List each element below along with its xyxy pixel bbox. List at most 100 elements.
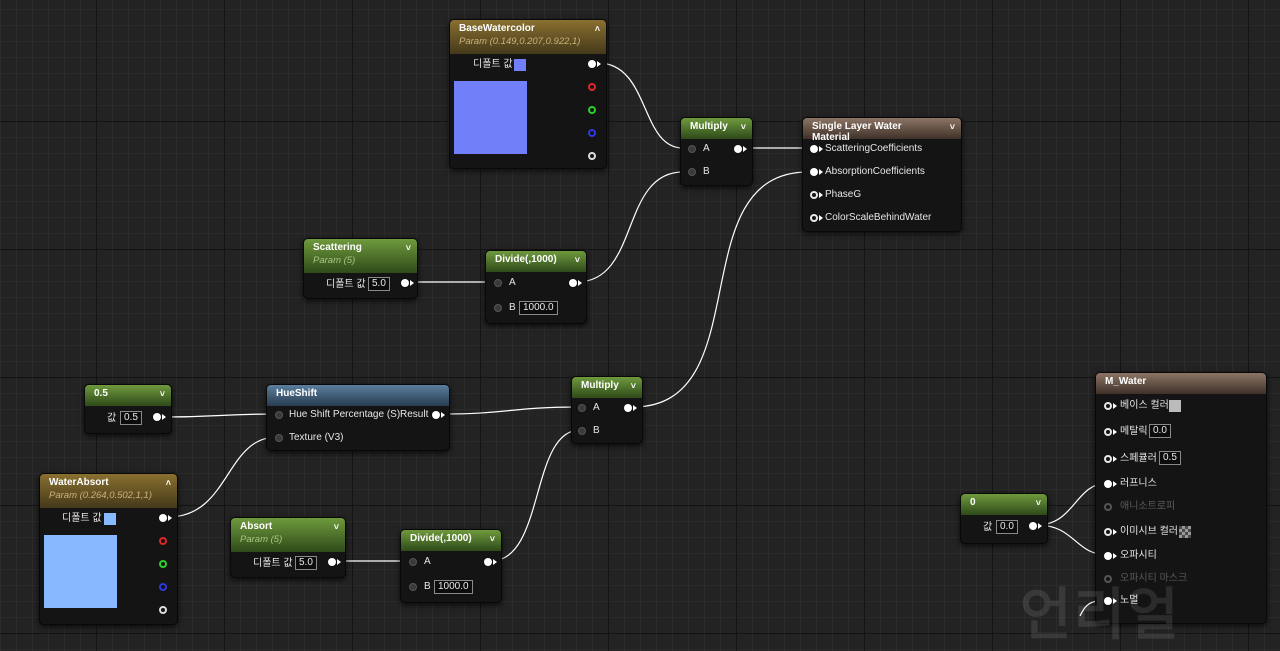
output-b-pin[interactable] (159, 583, 167, 591)
node-single-layer-water[interactable]: Single Layer Water Material ˅ Scattering… (802, 117, 962, 232)
wire-divide2-multiply2-b (490, 429, 581, 562)
input-phaseg-pin[interactable] (810, 191, 818, 199)
node-hueshift[interactable]: HueShift Hue Shift Percentage (S) Result… (266, 384, 450, 451)
output-a-pin[interactable] (159, 606, 167, 614)
chevron-down-icon[interactable]: ˅ (160, 389, 165, 399)
input-roughness-pin[interactable] (1104, 480, 1112, 488)
chevron-down-icon[interactable]: ˅ (406, 243, 411, 253)
output-result-pin[interactable] (432, 411, 440, 419)
input-hue-shift-pin[interactable] (275, 411, 283, 419)
input-metallic-pin[interactable] (1104, 428, 1112, 436)
chevron-up-icon[interactable]: ˄ (595, 24, 600, 34)
input-arrow-icon (1113, 429, 1117, 435)
input-texture-label: Texture (V3) (289, 432, 344, 443)
color-swatch[interactable] (104, 513, 116, 525)
default-value-field[interactable]: 5.0 (295, 556, 317, 570)
input-a-label: A (703, 143, 710, 154)
output-pin[interactable] (1029, 522, 1037, 530)
input-a-pin[interactable] (494, 279, 502, 287)
value-field[interactable]: 0.5 (120, 411, 142, 425)
input-texture-pin[interactable] (275, 434, 283, 442)
input-a-label: A (424, 556, 431, 567)
input-colorscale-pin[interactable] (810, 214, 818, 222)
chevron-down-icon[interactable]: ˅ (631, 381, 636, 391)
output-rgba-pin[interactable] (159, 514, 167, 522)
input-emissive-pin[interactable] (1104, 528, 1112, 536)
output-rgba-pin[interactable] (588, 60, 596, 68)
chevron-up-icon[interactable]: ˄ (166, 478, 171, 488)
node-header: Divide(,1000) ˅ (486, 251, 586, 272)
input-a-pin[interactable] (409, 558, 417, 566)
output-arrow-icon (410, 280, 414, 286)
wire-hueshift-multiply2-a (440, 406, 581, 415)
input-base-color-pin[interactable] (1104, 402, 1112, 410)
input-b-pin[interactable] (494, 304, 502, 312)
input-a-pin[interactable] (578, 404, 586, 412)
output-a-pin[interactable] (588, 152, 596, 160)
input-label: ScatteringCoefficients (825, 143, 923, 154)
node-water-absorb[interactable]: WaterAbsort Param (0.264,0.502,1,1) ˄ 디폴… (39, 473, 178, 625)
chevron-down-icon[interactable]: ˅ (1036, 498, 1041, 508)
chevron-down-icon[interactable]: ˅ (741, 122, 746, 132)
chevron-down-icon[interactable]: ˅ (490, 534, 495, 544)
input-specular-pin[interactable] (1104, 455, 1112, 463)
chevron-down-icon[interactable]: ˅ (575, 255, 580, 265)
input-roughness-label: 러프니스 (1120, 478, 1157, 489)
value-label: 값 (107, 413, 117, 424)
color-swatch[interactable] (514, 59, 526, 71)
node-multiply-1[interactable]: Multiply ˅ A B (680, 117, 753, 186)
input-b-value-field[interactable]: 1000.0 (434, 580, 473, 594)
output-r-pin[interactable] (588, 83, 596, 91)
node-scattering[interactable]: Scattering Param (5) ˅ 디폴트 값 5.0 (303, 238, 418, 299)
output-g-pin[interactable] (588, 106, 596, 114)
node-divide-2[interactable]: Divide(,1000) ˅ A B 1000.0 (400, 529, 502, 603)
output-result-label: Result (400, 409, 429, 420)
node-multiply-2[interactable]: Multiply ˅ A B (571, 376, 643, 444)
output-arrow-icon (337, 559, 341, 565)
chevron-down-icon[interactable]: ˅ (950, 122, 955, 132)
specular-value-field[interactable]: 0.5 (1159, 451, 1181, 465)
input-absorption-pin[interactable] (810, 168, 818, 176)
node-base-watercolor[interactable]: BaseWatercolor Param (0.149,0.207,0.922,… (449, 19, 607, 169)
output-pin[interactable] (734, 145, 742, 153)
input-opacity-label: 오파시티 (1120, 550, 1157, 561)
input-b-pin[interactable] (578, 427, 586, 435)
output-r-pin[interactable] (159, 537, 167, 545)
default-value-label: 디폴트 값 (473, 59, 513, 70)
output-b-pin[interactable] (588, 129, 596, 137)
output-arrow-icon (578, 280, 582, 286)
input-opacity-pin[interactable] (1104, 552, 1112, 560)
output-pin[interactable] (624, 404, 632, 412)
output-pin[interactable] (328, 558, 336, 566)
input-b-pin[interactable] (688, 168, 696, 176)
input-a-label: A (509, 277, 516, 288)
input-arrow-icon (819, 215, 823, 221)
node-header: M_Water (1096, 373, 1266, 394)
input-b-pin[interactable] (409, 583, 417, 591)
output-pin[interactable] (401, 279, 409, 287)
input-hue-shift-label: Hue Shift Percentage (S) (289, 409, 401, 420)
input-b-value-field[interactable]: 1000.0 (519, 301, 558, 315)
metallic-value-field[interactable]: 0.0 (1149, 424, 1171, 438)
output-pin[interactable] (153, 413, 161, 421)
chevron-down-icon[interactable]: ˅ (334, 522, 339, 532)
input-arrow-icon (1113, 481, 1117, 487)
output-g-pin[interactable] (159, 560, 167, 568)
output-pin[interactable] (569, 279, 577, 287)
node-constant-0[interactable]: 0 ˅ 값 0.0 (960, 493, 1048, 544)
node-header: 0 ˅ (961, 494, 1047, 515)
default-value-field[interactable]: 5.0 (368, 277, 390, 291)
base-color-swatch[interactable] (1169, 400, 1181, 412)
input-a-pin[interactable] (688, 145, 696, 153)
default-value-label: 디폴트 값 (326, 279, 366, 290)
output-pin[interactable] (484, 558, 492, 566)
emissive-checker-swatch[interactable] (1179, 526, 1191, 538)
node-divide-1[interactable]: Divide(,1000) ˅ A B 1000.0 (485, 250, 587, 324)
wire-basewatercolor-multiply-a (597, 62, 684, 149)
node-absort[interactable]: Absort Param (5) ˅ 디폴트 값 5.0 (230, 517, 346, 578)
input-scattering-pin[interactable] (810, 145, 818, 153)
node-constant-05[interactable]: 0.5 ˅ 값 0.5 (84, 384, 172, 434)
value-field[interactable]: 0.0 (996, 520, 1018, 534)
default-value-label: 디폴트 값 (253, 558, 293, 569)
output-arrow-icon (168, 515, 172, 521)
